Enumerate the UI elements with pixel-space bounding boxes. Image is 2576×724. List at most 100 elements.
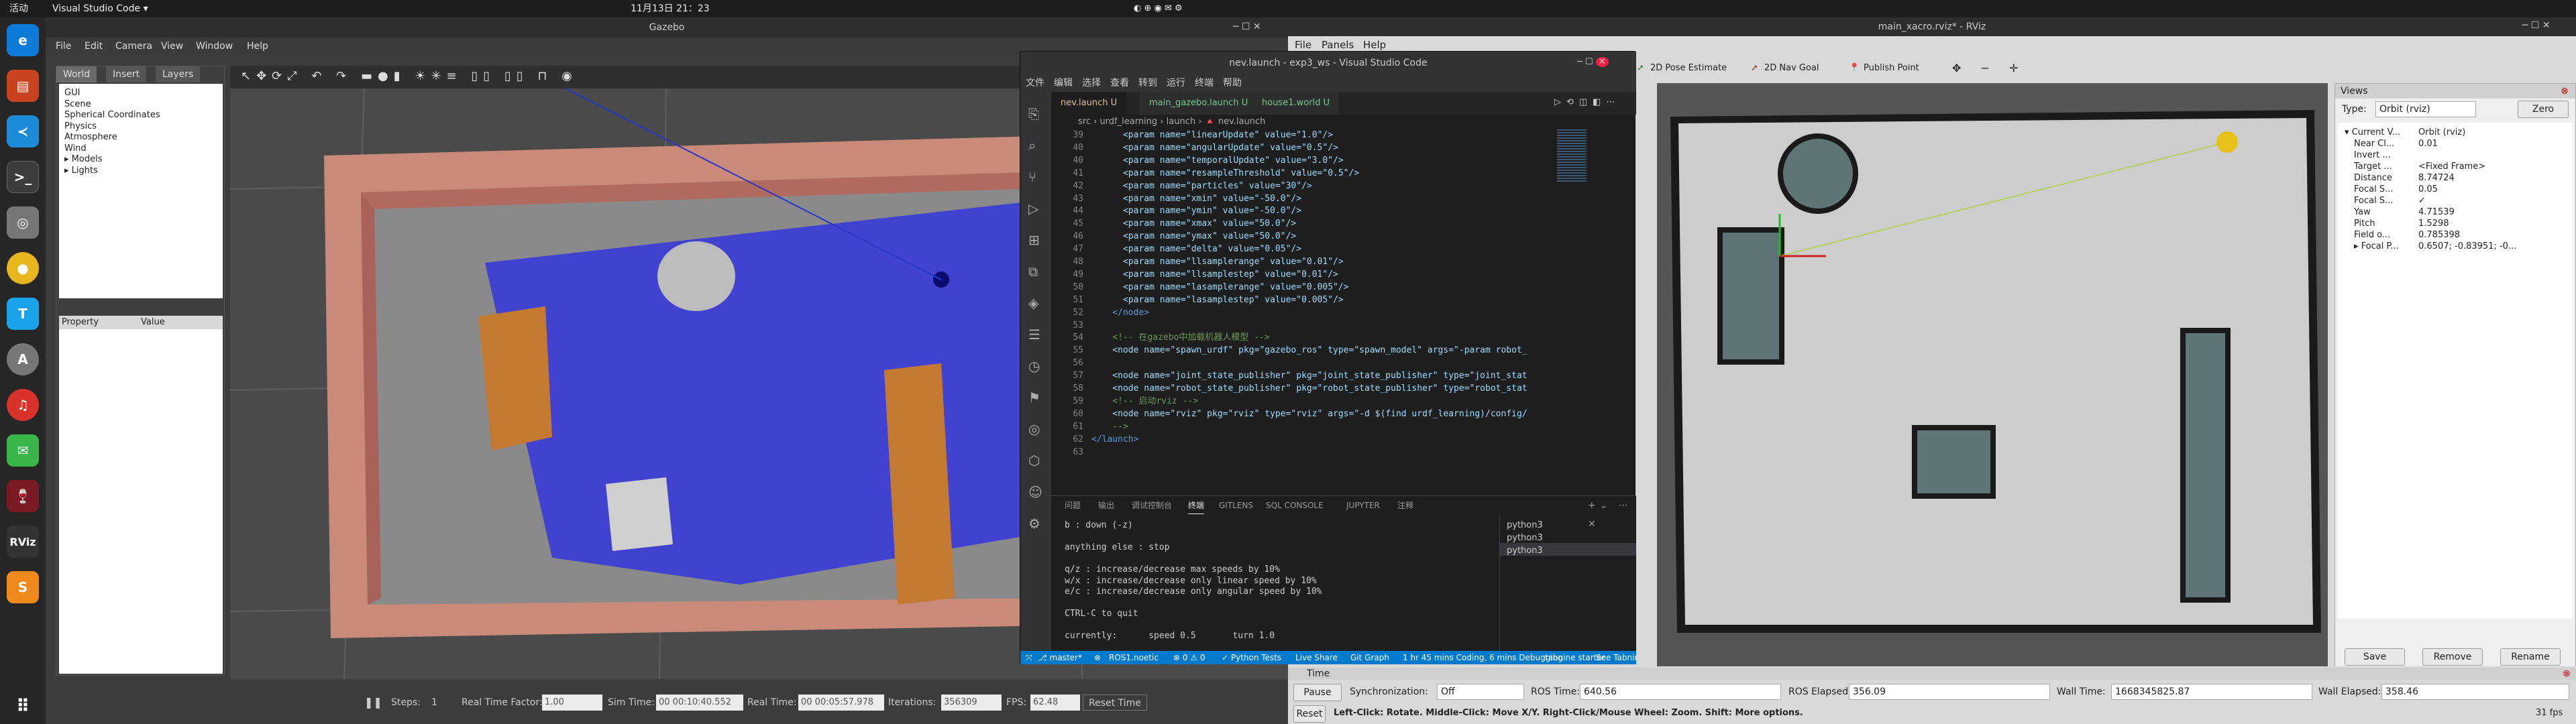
view-prop-name[interactable]: Distance [2354,172,2392,184]
time-close-icon[interactable]: ⊗ [2563,668,2571,680]
gz-menu-edit[interactable]: Edit [85,38,103,55]
status-sync[interactable]: ⊗ [1094,651,1101,664]
typora-icon[interactable]: T [7,298,39,330]
code-line[interactable]: <param name="resampleThreshold" value="0… [1091,168,1359,180]
code-line[interactable]: <param name="xmin" value="-50.0"/> [1091,193,1301,206]
toolbar-icons[interactable]: ↖✥⟳⤢ ↶ ↷ ▬●▮ ☀✳≡ ▯▯ ▯▯ ⊓ ◉ [241,69,578,83]
code-line[interactable]: <!-- 在gazebo中加载机器人模型 --> [1091,332,1269,345]
view-prop-value[interactable]: Orbit (rviz) [2418,127,2465,138]
status-see-tabnine[interactable]: See Tabnine [1596,651,1636,664]
code-line[interactable]: <param name="lasamplerange" value="0.005… [1091,282,1349,294]
chrome-icon[interactable]: ● [7,252,39,284]
vscode-icon[interactable]: ≺ [7,115,39,147]
publish-point-tool[interactable]: Publish Point [1864,54,1919,83]
wechat-icon[interactable]: ✉ [7,434,39,467]
terminal-instance[interactable]: python3 [1500,515,1636,530]
code-line[interactable]: </node> [1091,307,1149,320]
code-line[interactable]: <param name="delta" value="0.05"/> [1091,243,1301,256]
tab-nev-launch[interactable]: nev.launch U [1051,92,1128,115]
code-line[interactable]: <param name="angularUpdate" value="0.5"/… [1091,142,1338,155]
panel-tab[interactable]: 终端 [1188,497,1205,514]
vs-menu-item[interactable]: 编辑 [1054,74,1073,92]
tab-house-world[interactable]: house1.world U [1252,92,1340,115]
tree-item[interactable]: Spherical Coordinates [64,110,217,121]
view-prop-value[interactable]: 8.74724 [2418,172,2455,184]
code-line[interactable]: <param name="ymin" value="-50.0"/> [1091,205,1301,218]
panel-tab[interactable]: 输出 [1098,496,1114,515]
gz-menu-camera[interactable]: Camera [115,38,152,55]
status-gitgraph[interactable]: Git Graph [1350,651,1389,664]
rviz-3d-view[interactable] [1657,83,2328,673]
view-prop-value[interactable]: <Fixed Frame> [2418,161,2485,172]
terminal-icon[interactable]: >_ [7,161,39,193]
terminal-instance[interactable]: python3 [1500,543,1636,556]
tree-item[interactable]: ▸ Models [64,154,217,166]
camera-tools-icons[interactable]: ✥ − ✛ [1952,54,2026,83]
vscode-window-controls[interactable]: ─ ☐ ✕ [1577,57,1609,67]
tree-item[interactable]: Atmosphere [64,132,217,143]
view-prop-name[interactable]: ▸ Focal P... [2354,241,2399,252]
steps-value[interactable]: 1 [431,695,437,711]
panel-tab[interactable]: 调试控制台 [1132,496,1172,515]
panel-tab[interactable]: 问题 [1065,496,1081,515]
view-prop-value[interactable]: 0.785398 [2418,229,2460,241]
pose-estimate-tool[interactable]: 2D Pose Estimate [1650,54,1727,83]
sublime-icon[interactable]: S [7,571,39,603]
code-line[interactable]: <param name="temporalUpdate" value="3.0"… [1091,155,1344,168]
code-line[interactable]: --> [1091,421,1128,434]
apps-grid-icon[interactable]: ⠿ [7,690,39,723]
tree-item[interactable]: GUI [64,88,217,99]
tree-item[interactable]: ▸ Lights [64,166,217,177]
view-prop-value[interactable]: 1.5298 [2418,218,2449,229]
gz-menu-file[interactable]: File [56,38,71,55]
views-close-icon[interactable]: ⊗ [2561,84,2569,99]
view-prop-value[interactable]: 0.05 [2418,184,2438,195]
wine-icon[interactable]: 🍷 [7,480,39,512]
code-editor[interactable]: 39 <param name="linearUpdate" value="1.0… [1051,129,1581,498]
code-line[interactable]: <node name="joint_state_publisher" pkg="… [1091,370,1527,383]
status-wakatime[interactable]: 1 hr 45 mins Coding, 6 mins Debugging [1403,651,1563,664]
panel-tab[interactable]: SQL CONSOLE [1266,496,1324,515]
views-zero-button[interactable]: Zero [2518,101,2569,118]
tree-item[interactable]: Scene [64,99,217,111]
activities-button[interactable]: 活动 [9,0,28,17]
status-problems[interactable]: ⊗ 0 ⚠ 0 [1173,651,1205,664]
tab-layers[interactable]: Layers [156,66,201,82]
panel-tab[interactable]: GITLENS [1219,496,1253,515]
status-remote-icon[interactable]: ⤧ [1026,651,1032,664]
reset-button[interactable]: Reset [1293,705,1326,723]
terminal-output[interactable]: b : down (-z) anything else : stop q/z :… [1065,520,1481,652]
status-tests[interactable]: ✓ Python Tests [1222,651,1281,664]
vs-menu-item[interactable]: 终端 [1195,74,1214,92]
tab-world[interactable]: World [56,66,97,82]
view-prop-name[interactable]: Field o... [2354,229,2390,241]
view-prop-name[interactable]: ▾ Current V... [2345,127,2400,138]
status-branch[interactable]: ⎇ master* [1038,651,1082,664]
edge-icon[interactable]: e [7,24,39,56]
tree-item[interactable]: Wind [64,143,217,155]
tab-main-gazebo[interactable]: main_gazebo.launch U [1140,92,1258,115]
gz-menu-help[interactable]: Help [247,38,268,55]
pause-button[interactable]: Pause [1293,684,1342,701]
code-line[interactable]: <param name="llsamplestep" value="0.01"/… [1091,269,1338,282]
terminal-instance[interactable]: python3 [1500,530,1636,543]
files-icon[interactable]: ▤ [7,70,39,102]
pause-icon[interactable]: ❚❚ [364,695,382,711]
editor-actions-icons[interactable]: ▷⟲◫◧⋯ [1554,97,1620,107]
view-prop-name[interactable]: Target ... [2354,161,2392,172]
disks-icon[interactable]: ◎ [7,206,39,239]
tab-insert[interactable]: Insert [106,66,147,82]
view-prop-name[interactable]: Focal S... [2354,184,2393,195]
vs-menu-item[interactable]: 帮助 [1223,74,1242,92]
code-line[interactable]: <node name="spawn_urdf" pkg="gazebo_ros"… [1091,345,1527,357]
app-menu[interactable]: Visual Studio Code ▾ [52,0,148,17]
rviz-icon[interactable]: RViz [7,526,39,558]
netease-music-icon[interactable]: ♫ [7,389,39,421]
vs-menu-item[interactable]: 运行 [1167,74,1185,92]
clock[interactable]: 11月13日 21：23 [631,0,710,17]
vs-menu-item[interactable]: 选择 [1082,74,1101,92]
software-icon[interactable]: A [7,343,39,375]
code-line[interactable]: <node name="rviz" pkg="rviz" type="rviz"… [1091,408,1527,421]
view-prop-name[interactable]: Focal S... [2354,195,2393,206]
view-prop-name[interactable]: Near Cl... [2354,138,2394,149]
